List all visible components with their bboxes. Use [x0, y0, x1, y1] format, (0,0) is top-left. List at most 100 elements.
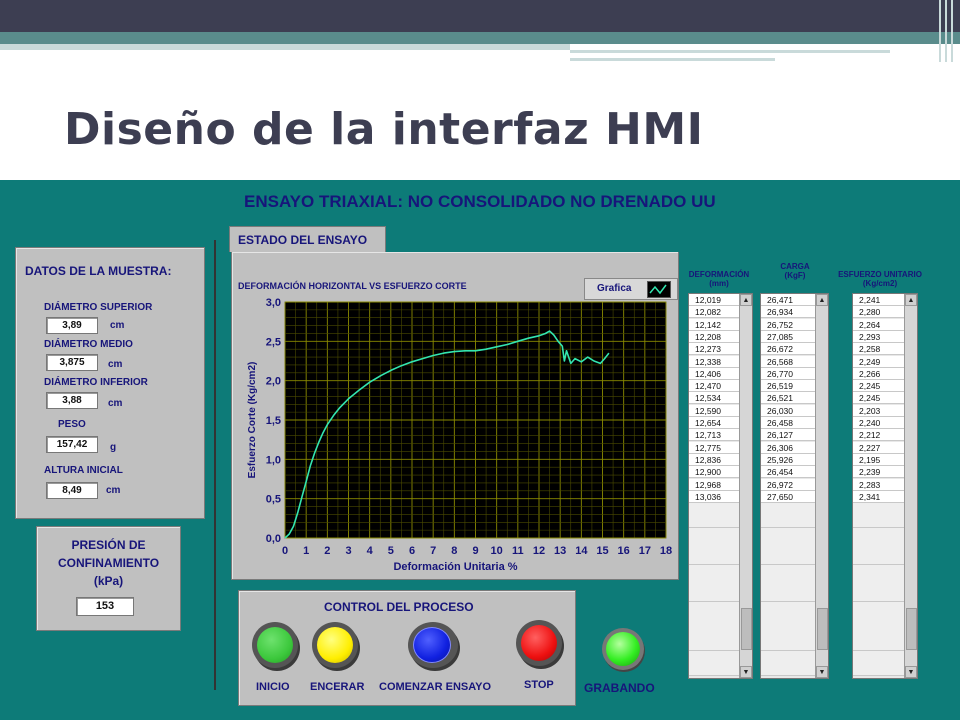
x-tick-label: 6: [409, 545, 415, 557]
scroll-down-icon[interactable]: ▼: [740, 666, 752, 678]
carga-scroll-thumb[interactable]: [817, 608, 828, 650]
deformacion-row: 12,590: [689, 404, 739, 417]
esfuerzo-title-line2: (Kg/cm2): [862, 279, 898, 288]
x-tick-label: 18: [660, 545, 672, 557]
deformacion-title-line2: (mm): [709, 279, 729, 288]
esfuerzo-scrollbar[interactable]: ▲ ▼: [904, 294, 917, 678]
esfuerzo-empty-row: [853, 564, 904, 578]
diameter-top-field[interactable]: 3,89: [46, 317, 98, 334]
y-tick-label: 0,0: [266, 533, 281, 545]
esfuerzo-empty-row: [853, 527, 904, 541]
esfuerzo-empty-row: [853, 638, 904, 652]
carga-row: 26,770: [761, 367, 815, 380]
deformacion-row: 12,836: [689, 453, 739, 466]
esfuerzo-row: 2,212: [853, 429, 904, 442]
deformacion-list[interactable]: 12,019 12,082 12,142 12,208 12,273 12,338 12,4…: [688, 293, 753, 679]
deformacion-row: 12,019: [689, 294, 739, 306]
scroll-down-icon[interactable]: ▼: [905, 666, 917, 678]
x-tick-label: 9: [472, 545, 478, 557]
esfuerzo-scroll-thumb[interactable]: [906, 608, 917, 650]
deformacion-empty-row: [689, 515, 739, 529]
deformacion-empty-row: [689, 564, 739, 578]
comenzar-ensayo-label: COMENZAR ENSAYO: [379, 681, 492, 693]
esfuerzo-empty-row: [853, 552, 904, 566]
y-tick-label: 3,0: [266, 297, 281, 309]
esfuerzo-empty-row: [853, 589, 904, 603]
deformacion-row: 12,142: [689, 318, 739, 331]
recording-label: GRABANDO: [584, 681, 655, 695]
tab-estado-ensayo[interactable]: ESTADO DEL ENSAYO: [229, 226, 386, 252]
esfuerzo-row: 2,240: [853, 417, 904, 429]
stress-strain-chart: 0 1 2 3 4 5 6 7 8 9 10 11 12 13 14 15 16 17 180,00,51,01,5…: [247, 297, 672, 573]
deformacion-row: 12,534: [689, 392, 739, 405]
carga-scrollbar[interactable]: ▲ ▼: [815, 294, 828, 678]
carga-list[interactable]: 26,471 26,934 26,752 27,085 26,672 26,568 26,7…: [760, 293, 829, 679]
stop-button[interactable]: [516, 620, 562, 666]
diameter-mid-unit: cm: [108, 359, 123, 370]
carga-empty-row: [761, 638, 815, 652]
deformacion-scrollbar[interactable]: ▲ ▼: [739, 294, 752, 678]
deformacion-row: 12,338: [689, 355, 739, 368]
slide-deco-vlines: [935, 0, 960, 62]
height-field[interactable]: 8,49: [46, 482, 98, 499]
carga-empty-row: [761, 527, 815, 541]
recording-led: [602, 628, 644, 670]
esfuerzo-list[interactable]: 2,241 2,280 2,264 2,293 2,258 2,249 2,266 2,245…: [852, 293, 918, 679]
x-tick-label: 17: [639, 545, 651, 557]
slide-deco-line: [570, 58, 775, 61]
carga-row: 26,471: [761, 294, 815, 306]
carga-row: 26,521: [761, 392, 815, 405]
diameter-bottom-field[interactable]: 3,88: [46, 392, 98, 409]
weight-unit: g: [110, 442, 117, 453]
stop-button-face: [521, 625, 557, 661]
vertical-divider: [214, 240, 216, 690]
inicio-button[interactable]: [252, 622, 298, 668]
slide-top-stripe: [0, 32, 960, 44]
pressure-field[interactable]: 153: [76, 597, 134, 616]
deformacion-empty-row: [689, 613, 739, 627]
comenzar-ensayo-button[interactable]: [408, 622, 458, 668]
deformacion-title-line1: DEFORMACIÓN: [688, 270, 750, 279]
deformacion-empty-row: [689, 626, 739, 640]
esfuerzo-row: 2,239: [853, 466, 904, 479]
deformacion-empty-row: [689, 663, 739, 676]
carga-row: 26,127: [761, 429, 815, 442]
diameter-mid-field[interactable]: 3,875: [46, 354, 98, 371]
carga-row: 27,650: [761, 490, 815, 503]
app-title: ENSAYO TRIAXIAL: NO CONSOLIDADO NO DRENA…: [244, 192, 716, 211]
deformacion-row: 12,654: [689, 417, 739, 429]
carga-empty-row: [761, 540, 815, 553]
esfuerzo-empty-row: [853, 626, 904, 640]
deformacion-row: 12,406: [689, 367, 739, 380]
y-axis-label: Esfuerzo Corte (Kg/cm2): [247, 362, 258, 479]
y-tick-label: 2,0: [266, 376, 281, 388]
esfuerzo-empty-row: [853, 613, 904, 627]
weight-field[interactable]: 157,42: [46, 436, 98, 453]
recording-led-face: [606, 632, 640, 666]
carga-empty-row: [761, 613, 815, 627]
deformacion-row: 12,775: [689, 441, 739, 454]
scroll-up-icon[interactable]: ▲: [740, 294, 752, 306]
deformacion-scroll-thumb[interactable]: [741, 608, 752, 650]
encerar-button[interactable]: [312, 622, 358, 668]
carga-empty-row: [761, 503, 815, 517]
inicio-label: INICIO: [256, 681, 290, 693]
esfuerzo-row: 2,241: [853, 294, 904, 306]
slide-top-bar: [0, 0, 960, 32]
deformacion-empty-row: [689, 601, 739, 615]
scroll-up-icon[interactable]: ▲: [816, 294, 828, 306]
scroll-up-icon[interactable]: ▲: [905, 294, 917, 306]
carga-empty-row: [761, 663, 815, 676]
esfuerzo-row: 2,341: [853, 490, 904, 503]
carga-row: 26,519: [761, 380, 815, 393]
carga-empty-row: [761, 650, 815, 664]
deformacion-row: 12,273: [689, 343, 739, 356]
esfuerzo-row: 2,245: [853, 380, 904, 393]
carga-empty-row: [761, 552, 815, 566]
scroll-down-icon[interactable]: ▼: [816, 666, 828, 678]
deformacion-empty-row: [689, 527, 739, 541]
deformacion-row: 12,470: [689, 380, 739, 393]
deformacion-row: 12,208: [689, 330, 739, 343]
carga-title-line2: (KgF): [784, 271, 806, 280]
pressure-label-line2: CONFINAMIENTO: [57, 556, 160, 570]
